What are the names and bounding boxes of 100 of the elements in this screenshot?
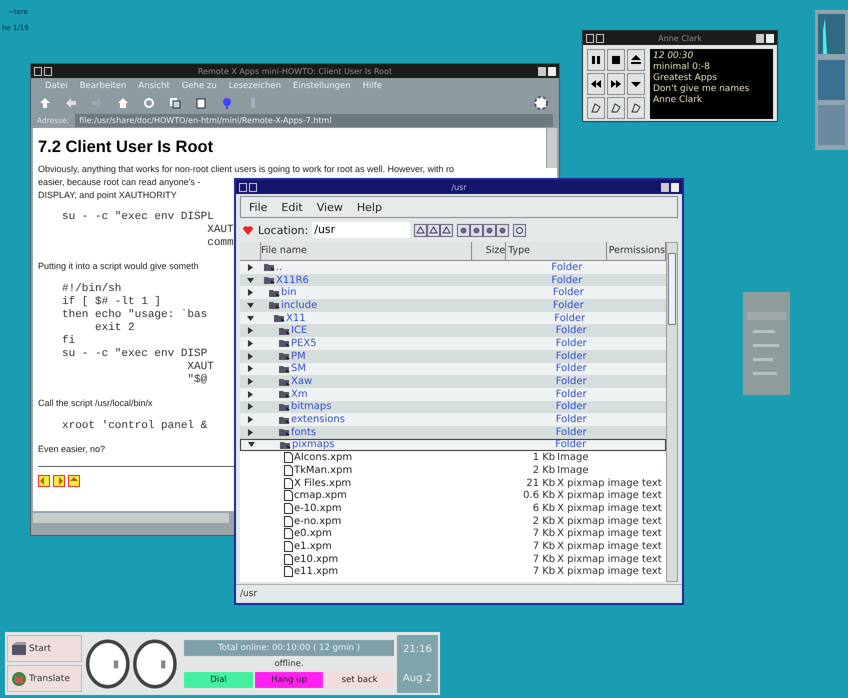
copy-icon[interactable] xyxy=(169,97,181,109)
home-icon[interactable] xyxy=(117,97,129,109)
dial-action-button[interactable]: Hang up xyxy=(254,672,324,688)
text-line: Obviously, anything that works for non-root client users is going to work for root as well. However, with ro xyxy=(38,163,454,176)
column-header[interactable]: Size xyxy=(472,242,506,260)
maximize-icon[interactable] xyxy=(538,66,556,76)
code-line: if [ $# -lt 1 ] xyxy=(62,296,162,309)
start-button[interactable]: Start xyxy=(7,635,82,662)
file-name: e-no.xpm xyxy=(294,516,342,527)
rewind-button[interactable] xyxy=(587,73,605,95)
code-line: then echo "usage: `bas xyxy=(62,309,208,322)
toolbar-icon[interactable] xyxy=(496,224,510,236)
toolbar-icon[interactable] xyxy=(427,224,440,236)
toolbar-icon[interactable] xyxy=(513,224,526,236)
next-icon[interactable] xyxy=(53,474,65,487)
location-field[interactable]: /usr xyxy=(312,222,410,238)
file-size: 2 Kb xyxy=(532,516,556,527)
file-name: cmap.xpm xyxy=(294,490,347,502)
code-line: su - -c "exec env DISPL xyxy=(62,211,214,224)
menu-item[interactable]: View xyxy=(316,200,343,214)
window-menu-icon[interactable] xyxy=(34,66,52,76)
code-line: XAUT xyxy=(186,361,214,374)
file-row[interactable]: Xaw Folder xyxy=(240,375,666,388)
column-header[interactable]: Type xyxy=(506,242,607,260)
toolbar-icon[interactable] xyxy=(440,224,454,236)
collapsed-arrow-icon[interactable] xyxy=(246,264,254,271)
file-name: Xaw xyxy=(291,376,312,388)
status-bar: /usr xyxy=(236,584,682,603)
folder-icon xyxy=(279,364,290,374)
tool-button[interactable] xyxy=(587,97,605,119)
file-row[interactable]: bin Folder xyxy=(240,286,666,300)
file-row[interactable]: Xm Folder xyxy=(240,388,666,401)
track-info: minimal 0:-8 xyxy=(653,62,711,73)
file-row[interactable]: pixmaps Folder xyxy=(240,438,666,452)
toolbar-icon[interactable] xyxy=(457,224,470,236)
scrollbar[interactable] xyxy=(33,513,229,523)
file-name: SM xyxy=(291,363,306,374)
gear-icon[interactable] xyxy=(533,95,549,111)
file-type: Folder xyxy=(552,287,585,298)
translate-button[interactable]: Translate xyxy=(7,665,82,692)
file-row[interactable]: PM Folder xyxy=(240,350,666,362)
maximize-icon[interactable] xyxy=(756,34,774,42)
toolbar-icon[interactable] xyxy=(414,224,428,236)
text-line: Putting it into a script would give someth xyxy=(38,260,199,274)
file-row[interactable]: bitmaps Folder xyxy=(240,400,666,414)
file-row[interactable]: ICE Folder xyxy=(240,324,666,338)
code-line: "$@ xyxy=(186,374,208,388)
scrollbar[interactable] xyxy=(666,242,678,582)
file-row[interactable]: extensions Folder xyxy=(240,413,666,426)
text-line: easier, because root can read anyone's - xyxy=(38,176,200,189)
file-row[interactable]: PEX5 Folder xyxy=(240,337,666,350)
maximize-icon[interactable] xyxy=(661,182,679,192)
heart-icon[interactable] xyxy=(242,224,254,236)
location-field[interactable]: file:/usr/share/doc/HOWTO/en-html/mini/Remote-X-Apps-7.html xyxy=(75,114,553,126)
window-title: /usr xyxy=(450,182,468,192)
tool-button[interactable] xyxy=(627,97,645,119)
expanded-arrow-icon[interactable] xyxy=(246,276,254,284)
file-size: 2 Kb xyxy=(532,464,556,476)
tool-button[interactable] xyxy=(607,97,625,119)
window-menu-icon[interactable] xyxy=(586,34,604,42)
folder-icon xyxy=(279,427,290,438)
file-name: X Files.xpm xyxy=(294,478,352,489)
up-arrow-icon[interactable] xyxy=(39,97,51,109)
forward-button[interactable] xyxy=(607,73,625,95)
expanded-arrow-icon[interactable] xyxy=(248,441,254,448)
file-name: AIcons.xpm xyxy=(294,452,352,464)
menu-item[interactable]: Edit xyxy=(281,200,303,214)
eject-button[interactable] xyxy=(627,49,645,71)
file-row[interactable]: include Folder xyxy=(240,299,666,312)
dial-action-button[interactable]: set back xyxy=(325,672,394,688)
scrollbar[interactable] xyxy=(546,128,557,168)
folder-icon xyxy=(279,326,290,336)
text-line: Call the script /usr/local/bin/x xyxy=(38,397,153,410)
file-row[interactable]: .. Folder xyxy=(240,261,666,274)
file-type: Folder xyxy=(554,414,588,426)
document-icon xyxy=(284,490,293,502)
down-button[interactable] xyxy=(627,73,645,95)
column-header[interactable]: File name xyxy=(261,242,472,260)
menu-item[interactable]: File xyxy=(249,200,268,214)
stop-button[interactable] xyxy=(607,49,625,71)
menu-item[interactable]: Help xyxy=(356,200,382,214)
globe-icon xyxy=(11,670,27,686)
collapsed-arrow-icon[interactable] xyxy=(246,289,254,296)
file-type: X pixmap image text xyxy=(556,554,663,565)
window-title: Remote X Apps mini-HOWTO: Client User Is Root xyxy=(196,66,394,76)
file-name: e0.xpm xyxy=(294,528,332,540)
pause-button[interactable] xyxy=(587,49,605,71)
file-row[interactable]: SM Folder xyxy=(240,362,666,376)
toolbar-icon[interactable] xyxy=(470,224,484,236)
file-type: X pixmap image text xyxy=(556,566,663,578)
file-row[interactable]: X11R6 Folder xyxy=(240,274,666,286)
file-type: X pixmap image text xyxy=(556,528,663,540)
up-icon[interactable] xyxy=(68,474,80,487)
file-row[interactable]: X11 Folder xyxy=(240,312,666,324)
dial-action-button[interactable]: Dial xyxy=(184,672,253,688)
file-row[interactable]: fonts Folder xyxy=(240,426,666,439)
file-name: fonts xyxy=(291,426,316,438)
toolbar-icon[interactable] xyxy=(483,224,496,236)
previous-icon[interactable] xyxy=(38,474,50,487)
window-menu-icon[interactable] xyxy=(239,182,257,192)
